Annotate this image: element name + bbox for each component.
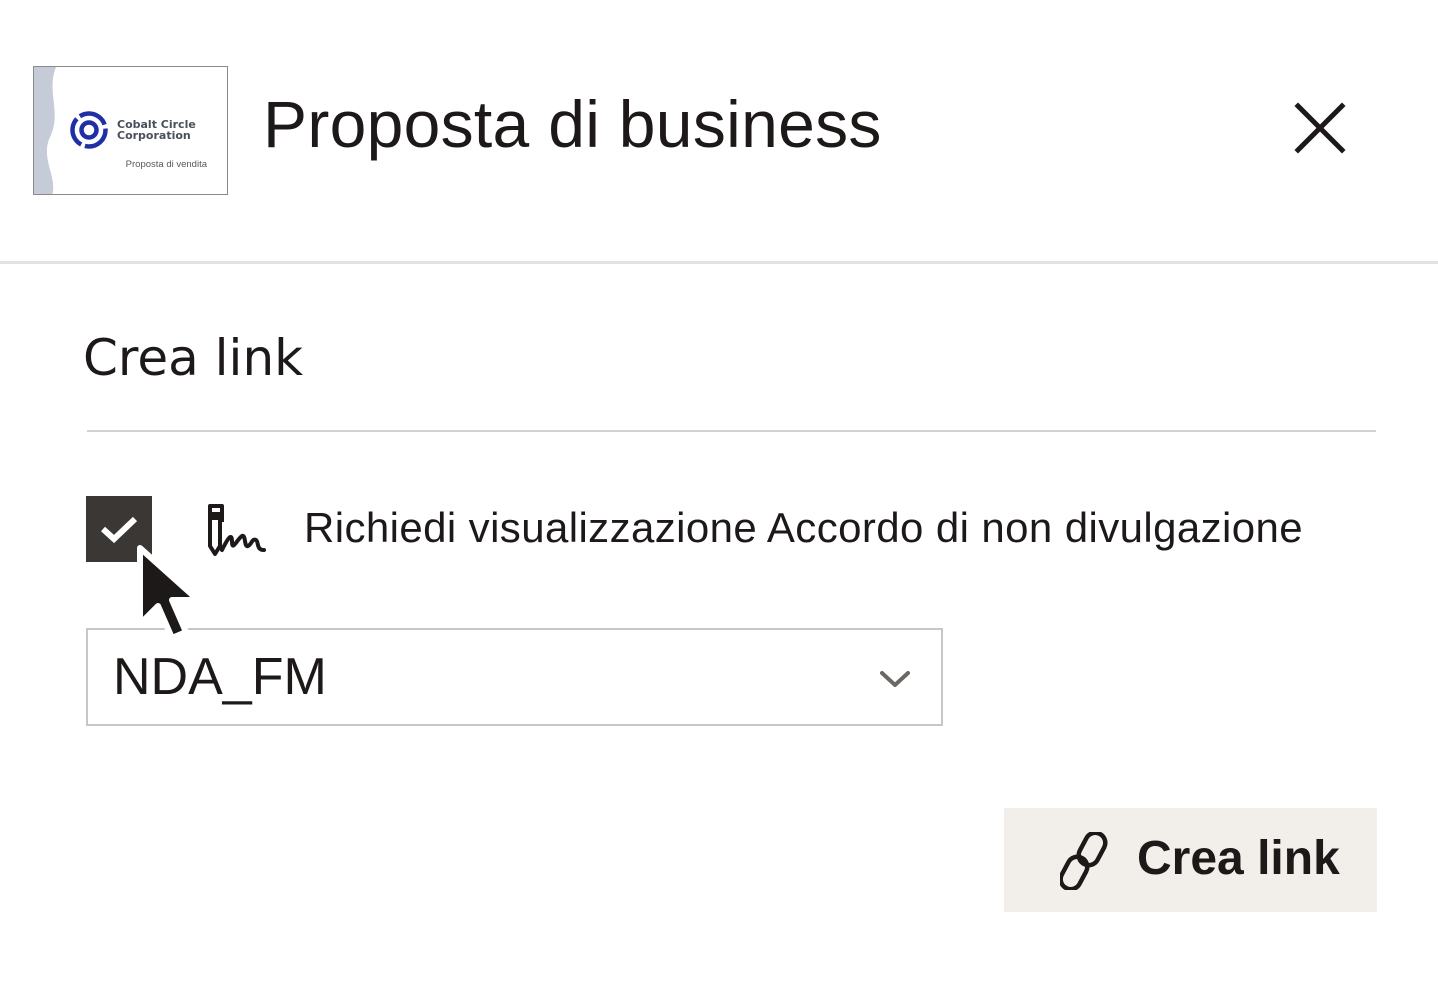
header-divider <box>0 261 1438 264</box>
company-name-line2: Corporation <box>117 129 191 142</box>
link-icon <box>1060 832 1108 890</box>
nda-select-value: NDA_FM <box>113 648 327 706</box>
document-title: Proposta di business <box>263 87 882 161</box>
create-link-button[interactable]: Crea link <box>1004 808 1377 912</box>
chevron-down-icon <box>880 671 910 687</box>
company-logo: Cobalt Circle Corporation <box>69 110 196 150</box>
close-icon <box>1294 102 1346 154</box>
company-logo-mark-icon <box>70 111 108 149</box>
nda-checkbox-label: Richiedi visualizzazione Accordo di non … <box>304 504 1304 551</box>
create-link-button-label: Crea link <box>1137 832 1340 885</box>
nda-select[interactable]: NDA_FM <box>86 628 943 726</box>
checkmark-icon <box>100 516 138 544</box>
thumbnail-caption: Proposta di vendita <box>125 159 207 170</box>
section-divider <box>87 430 1376 432</box>
signature-icon <box>208 504 266 556</box>
close-button[interactable] <box>1290 98 1350 158</box>
document-thumbnail: Cobalt Circle Corporation Proposta di ve… <box>33 66 228 195</box>
thumbnail-wave-graphic <box>34 67 56 194</box>
section-title: Crea link <box>83 329 304 387</box>
nda-checkbox[interactable] <box>86 496 152 562</box>
